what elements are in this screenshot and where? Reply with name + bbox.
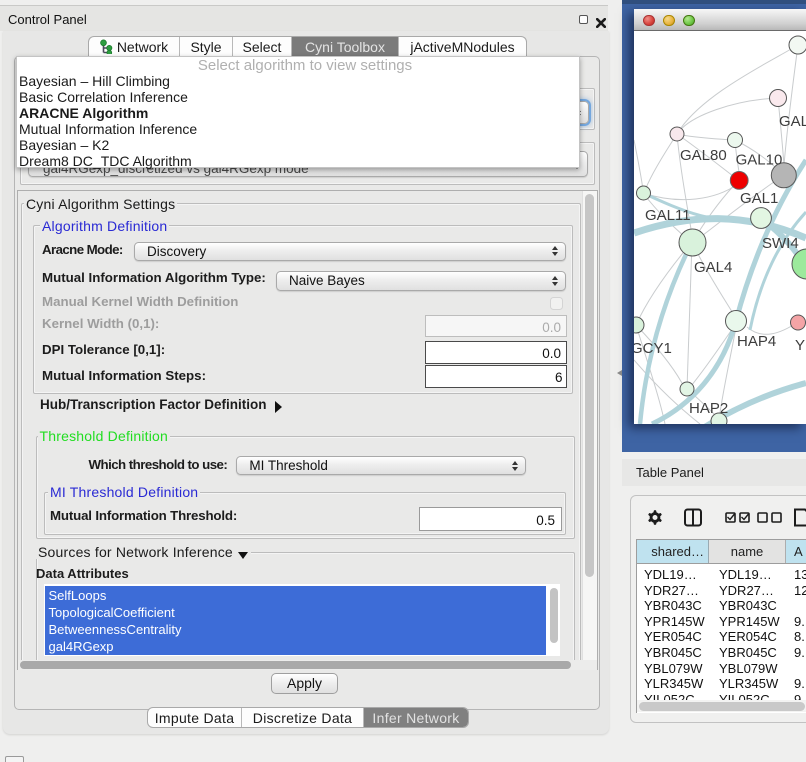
svg-text:HAP2: HAP2 bbox=[689, 400, 728, 417]
svg-text:GAL80: GAL80 bbox=[680, 147, 727, 164]
svg-text:GAL10: GAL10 bbox=[736, 152, 783, 169]
svg-text:SWI4: SWI4 bbox=[762, 235, 799, 252]
svg-text:YE: YE bbox=[795, 337, 806, 354]
svg-text:HAP4: HAP4 bbox=[737, 333, 776, 350]
svg-text:GAL11: GAL11 bbox=[645, 207, 691, 224]
svg-text:GCY1: GCY1 bbox=[634, 340, 672, 357]
svg-text:GAL4: GAL4 bbox=[694, 259, 732, 276]
svg-text:GAL7: GAL7 bbox=[779, 113, 806, 130]
svg-text:GAL1: GAL1 bbox=[740, 190, 778, 207]
